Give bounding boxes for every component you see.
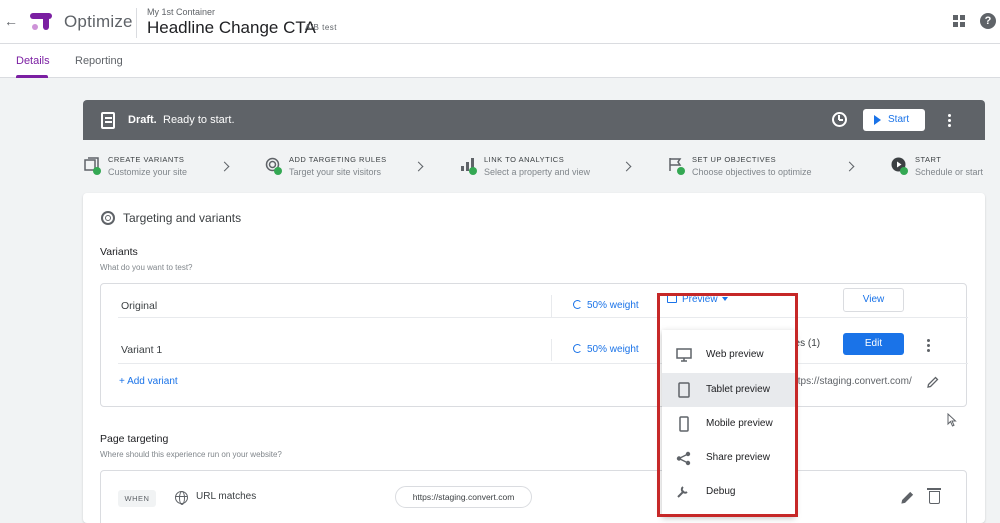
preview-dropdown-trigger[interactable]: Preview (667, 294, 728, 305)
weight-label: 50% weight (587, 344, 639, 355)
edit-rule-pencil-icon[interactable] (901, 491, 914, 504)
variants-subheading: What do you want to test? (100, 263, 193, 272)
step-complete-check-icon (274, 167, 282, 175)
variant-weight-variant-1[interactable]: 50% weight (573, 344, 639, 355)
step-title: LINK TO ANALYTICS (484, 155, 565, 164)
status-message: Ready to start. (163, 114, 235, 126)
chevron-right-icon (219, 161, 230, 172)
mouse-cursor-icon (947, 413, 957, 427)
tab-bar: Details Reporting (0, 44, 1000, 78)
play-icon (874, 115, 881, 125)
variant-name-original: Original (121, 300, 158, 312)
row-divider (118, 317, 968, 318)
monitor-icon (667, 295, 677, 303)
back-arrow-icon[interactable]: ← (2, 12, 20, 30)
apps-grid-icon[interactable] (953, 15, 965, 27)
variant-weight-original[interactable]: 50% weight (573, 300, 639, 311)
menu-item-debug[interactable]: Debug (662, 475, 795, 509)
add-variant-link[interactable]: + Add variant (119, 376, 178, 387)
chevron-right-icon (413, 161, 424, 172)
mobile-icon (679, 416, 689, 432)
chevron-right-icon (621, 161, 632, 172)
start-button[interactable]: Start (863, 109, 925, 131)
step-title: ADD TARGETING RULES (289, 155, 387, 164)
menu-item-label: Debug (706, 486, 736, 497)
step-subtitle: Target your site visitors (289, 167, 382, 177)
menu-item-mobile-preview[interactable]: Mobile preview (662, 407, 795, 441)
start-button-label: Start (888, 114, 910, 125)
divider (136, 8, 137, 38)
page-targeting-heading: Page targeting (100, 433, 169, 445)
status-bar: Draft. Ready to start. Start (83, 100, 985, 140)
step-title: CREATE VARIANTS (108, 155, 185, 164)
variant-more-vert-icon[interactable] (927, 339, 931, 353)
variants-heading: Variants (100, 246, 138, 258)
edit-pencil-icon[interactable] (927, 376, 939, 388)
menu-item-web-preview[interactable]: Web preview (662, 338, 795, 372)
weight-icon (573, 344, 582, 353)
step-complete-check-icon (93, 167, 101, 175)
editor-page-url: ttps://staging.convert.com/ (795, 376, 912, 387)
step-subtitle: Select a property and view (484, 167, 591, 177)
share-icon (676, 451, 691, 466)
step-title: SET UP OBJECTIVES (692, 155, 777, 164)
more-vert-icon[interactable] (948, 114, 952, 128)
menu-item-tablet-preview[interactable]: Tablet preview (662, 373, 795, 407)
targeting-and-variants-card: Targeting and variants Variants What do … (83, 193, 985, 523)
preview-label: Preview (682, 294, 718, 305)
target-icon (101, 211, 115, 225)
preview-menu: Web preview Tablet preview Mobile previe… (662, 330, 795, 516)
menu-item-label: Tablet preview (706, 384, 770, 395)
draft-document-icon (101, 112, 115, 129)
rule-value-chip[interactable]: https://staging.convert.com (395, 486, 532, 508)
variants-list: Original 50% weight Preview View Variant… (100, 283, 968, 407)
step-subtitle: Schedule or start (915, 167, 984, 177)
view-button[interactable]: View (843, 288, 904, 312)
edit-button[interactable]: Edit (843, 333, 904, 355)
optimize-logo (30, 13, 52, 30)
page-targeting-subheading: Where should this experience run on your… (100, 450, 282, 459)
when-badge: WHEN (118, 490, 156, 507)
menu-item-share-preview[interactable]: Share preview (662, 441, 795, 475)
step-subtitle: Choose objectives to optimize (692, 167, 812, 177)
schedule-clock-icon[interactable] (832, 112, 847, 127)
menu-item-label: Share preview (706, 452, 770, 463)
weight-icon (573, 300, 582, 309)
status-state: Draft. (128, 114, 157, 126)
page-targeting-rule: WHEN URL matches https://staging.convert… (100, 470, 967, 523)
step-complete-check-icon (469, 167, 477, 175)
menu-item-label: Mobile preview (706, 418, 773, 429)
rule-condition[interactable]: URL matches (196, 491, 256, 502)
column-divider (551, 339, 552, 361)
experience-title: Headline Change CTA (147, 18, 316, 37)
chevron-right-icon (844, 161, 855, 172)
step-title: START (915, 155, 942, 164)
menu-item-label: Web preview (706, 349, 764, 360)
row-divider (118, 363, 968, 364)
globe-icon (175, 491, 188, 505)
experience-type-badge: A/B test (305, 23, 338, 32)
step-complete-check-icon (900, 167, 908, 175)
product-name: Optimize (64, 12, 133, 31)
variant-name-variant-1: Variant 1 (121, 344, 163, 356)
delete-trash-icon[interactable] (927, 488, 941, 504)
weight-label: 50% weight (587, 300, 639, 311)
help-icon[interactable]: ? (980, 13, 996, 29)
tab-reporting[interactable]: Reporting (75, 55, 123, 67)
wrench-icon (677, 486, 688, 498)
container-name: My 1st Container (147, 7, 216, 17)
app-bar: ← Optimize My 1st Container Headline Cha… (0, 0, 1000, 44)
active-tab-indicator (16, 75, 48, 78)
card-title: Targeting and variants (123, 211, 242, 225)
caret-down-icon (721, 297, 728, 301)
step-subtitle: Customize your site (108, 167, 188, 177)
tablet-icon (678, 382, 690, 398)
monitor-icon (676, 348, 692, 362)
column-divider (551, 295, 552, 317)
tab-details[interactable]: Details (16, 55, 50, 67)
step-complete-check-icon (677, 167, 685, 175)
